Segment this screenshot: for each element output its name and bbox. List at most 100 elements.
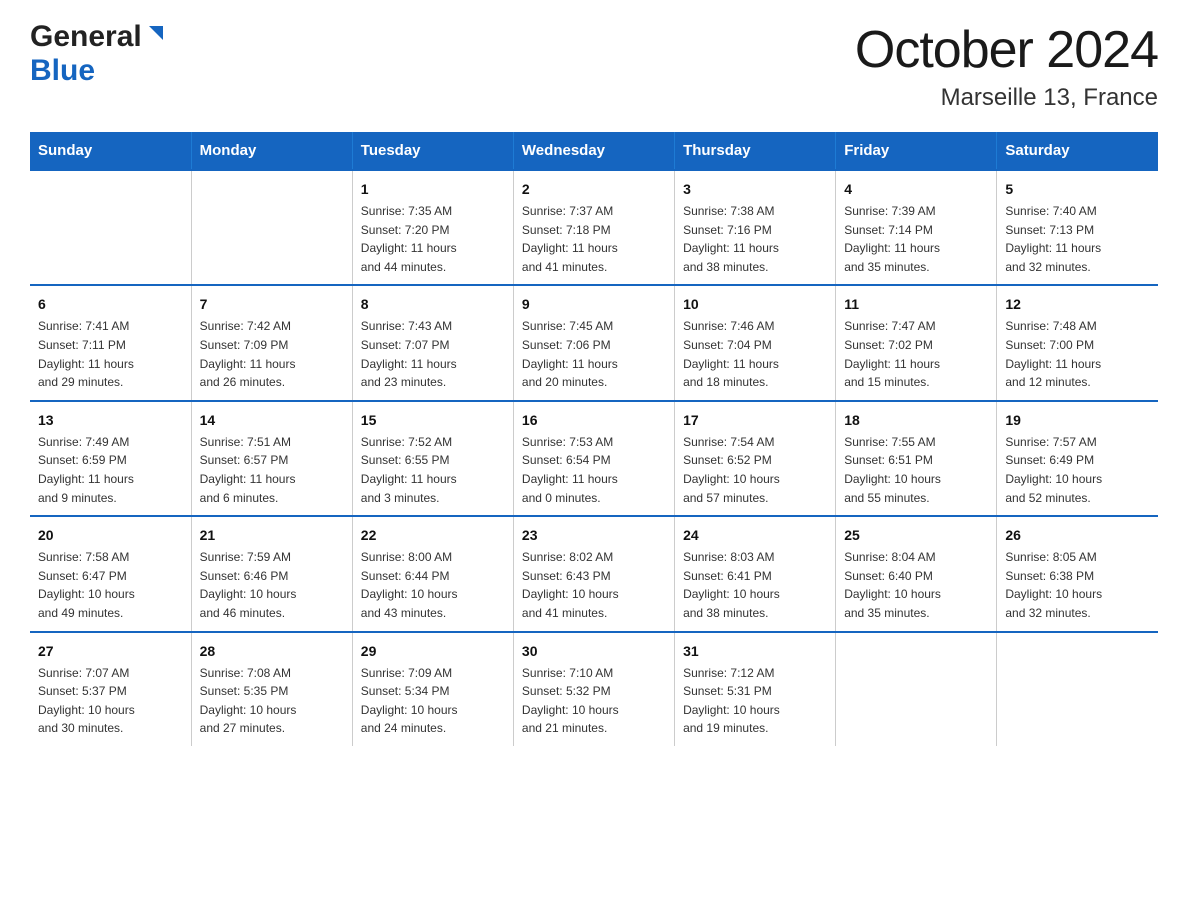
day-number: 24: [683, 525, 827, 546]
day-number: 25: [844, 525, 988, 546]
day-number: 4: [844, 179, 988, 200]
calendar-cell: 31Sunrise: 7:12 AMSunset: 5:31 PMDayligh…: [675, 632, 836, 746]
logo-blue-text: Blue: [30, 54, 95, 87]
calendar-cell: 28Sunrise: 7:08 AMSunset: 5:35 PMDayligh…: [191, 632, 352, 746]
calendar-cell: 4Sunrise: 7:39 AMSunset: 7:14 PMDaylight…: [836, 170, 997, 285]
day-info: Sunrise: 8:02 AMSunset: 6:43 PMDaylight:…: [522, 548, 666, 622]
page-header: General Blue October 2024 Marseille 13, …: [30, 20, 1158, 112]
day-number: 30: [522, 641, 666, 662]
day-info: Sunrise: 7:35 AMSunset: 7:20 PMDaylight:…: [361, 202, 505, 276]
day-number: 21: [200, 525, 344, 546]
day-info: Sunrise: 8:04 AMSunset: 6:40 PMDaylight:…: [844, 548, 988, 622]
day-info: Sunrise: 7:45 AMSunset: 7:06 PMDaylight:…: [522, 317, 666, 391]
day-info: Sunrise: 7:58 AMSunset: 6:47 PMDaylight:…: [38, 548, 183, 622]
day-number: 22: [361, 525, 505, 546]
day-number: 17: [683, 410, 827, 431]
day-number: 3: [683, 179, 827, 200]
day-number: 8: [361, 294, 505, 315]
calendar-cell: 25Sunrise: 8:04 AMSunset: 6:40 PMDayligh…: [836, 516, 997, 631]
day-number: 18: [844, 410, 988, 431]
day-header-thursday: Thursday: [675, 132, 836, 170]
day-info: Sunrise: 7:46 AMSunset: 7:04 PMDaylight:…: [683, 317, 827, 391]
day-header-friday: Friday: [836, 132, 997, 170]
calendar-cell: 19Sunrise: 7:57 AMSunset: 6:49 PMDayligh…: [997, 401, 1158, 516]
day-info: Sunrise: 7:09 AMSunset: 5:34 PMDaylight:…: [361, 664, 505, 738]
day-info: Sunrise: 7:52 AMSunset: 6:55 PMDaylight:…: [361, 433, 505, 507]
day-header-sunday: Sunday: [30, 132, 191, 170]
day-info: Sunrise: 7:55 AMSunset: 6:51 PMDaylight:…: [844, 433, 988, 507]
day-info: Sunrise: 7:42 AMSunset: 7:09 PMDaylight:…: [200, 317, 344, 391]
calendar-week-row: 1Sunrise: 7:35 AMSunset: 7:20 PMDaylight…: [30, 170, 1158, 285]
day-number: 2: [522, 179, 666, 200]
day-info: Sunrise: 7:53 AMSunset: 6:54 PMDaylight:…: [522, 433, 666, 507]
location-subtitle: Marseille 13, France: [855, 84, 1158, 112]
day-header-wednesday: Wednesday: [513, 132, 674, 170]
calendar-cell: 9Sunrise: 7:45 AMSunset: 7:06 PMDaylight…: [513, 285, 674, 400]
day-number: 27: [38, 641, 183, 662]
day-info: Sunrise: 7:40 AMSunset: 7:13 PMDaylight:…: [1005, 202, 1150, 276]
calendar-cell: 23Sunrise: 8:02 AMSunset: 6:43 PMDayligh…: [513, 516, 674, 631]
calendar-cell: 12Sunrise: 7:48 AMSunset: 7:00 PMDayligh…: [997, 285, 1158, 400]
calendar-cell: 5Sunrise: 7:40 AMSunset: 7:13 PMDaylight…: [997, 170, 1158, 285]
day-number: 15: [361, 410, 505, 431]
day-number: 7: [200, 294, 344, 315]
calendar-cell: 10Sunrise: 7:46 AMSunset: 7:04 PMDayligh…: [675, 285, 836, 400]
title-block: October 2024 Marseille 13, France: [855, 20, 1158, 112]
calendar-cell: 6Sunrise: 7:41 AMSunset: 7:11 PMDaylight…: [30, 285, 191, 400]
calendar-cell: 14Sunrise: 7:51 AMSunset: 6:57 PMDayligh…: [191, 401, 352, 516]
day-number: 26: [1005, 525, 1150, 546]
day-info: Sunrise: 7:12 AMSunset: 5:31 PMDaylight:…: [683, 664, 827, 738]
calendar-table: SundayMondayTuesdayWednesdayThursdayFrid…: [30, 132, 1158, 746]
day-info: Sunrise: 7:57 AMSunset: 6:49 PMDaylight:…: [1005, 433, 1150, 507]
calendar-cell: 11Sunrise: 7:47 AMSunset: 7:02 PMDayligh…: [836, 285, 997, 400]
calendar-week-row: 27Sunrise: 7:07 AMSunset: 5:37 PMDayligh…: [30, 632, 1158, 746]
calendar-header-row: SundayMondayTuesdayWednesdayThursdayFrid…: [30, 132, 1158, 170]
day-number: 23: [522, 525, 666, 546]
day-number: 20: [38, 525, 183, 546]
calendar-cell: [30, 170, 191, 285]
calendar-cell: 22Sunrise: 8:00 AMSunset: 6:44 PMDayligh…: [352, 516, 513, 631]
day-number: 5: [1005, 179, 1150, 200]
calendar-cell: 27Sunrise: 7:07 AMSunset: 5:37 PMDayligh…: [30, 632, 191, 746]
calendar-cell: [836, 632, 997, 746]
day-info: Sunrise: 7:37 AMSunset: 7:18 PMDaylight:…: [522, 202, 666, 276]
day-number: 6: [38, 294, 183, 315]
day-header-tuesday: Tuesday: [352, 132, 513, 170]
month-year-title: October 2024: [855, 20, 1158, 80]
calendar-cell: 1Sunrise: 7:35 AMSunset: 7:20 PMDaylight…: [352, 170, 513, 285]
calendar-week-row: 13Sunrise: 7:49 AMSunset: 6:59 PMDayligh…: [30, 401, 1158, 516]
day-info: Sunrise: 7:39 AMSunset: 7:14 PMDaylight:…: [844, 202, 988, 276]
calendar-cell: 7Sunrise: 7:42 AMSunset: 7:09 PMDaylight…: [191, 285, 352, 400]
day-info: Sunrise: 7:49 AMSunset: 6:59 PMDaylight:…: [38, 433, 183, 507]
day-info: Sunrise: 7:08 AMSunset: 5:35 PMDaylight:…: [200, 664, 344, 738]
calendar-cell: 26Sunrise: 8:05 AMSunset: 6:38 PMDayligh…: [997, 516, 1158, 631]
day-info: Sunrise: 7:59 AMSunset: 6:46 PMDaylight:…: [200, 548, 344, 622]
calendar-cell: 18Sunrise: 7:55 AMSunset: 6:51 PMDayligh…: [836, 401, 997, 516]
day-number: 29: [361, 641, 505, 662]
calendar-cell: 30Sunrise: 7:10 AMSunset: 5:32 PMDayligh…: [513, 632, 674, 746]
day-number: 12: [1005, 294, 1150, 315]
day-header-monday: Monday: [191, 132, 352, 170]
day-info: Sunrise: 7:54 AMSunset: 6:52 PMDaylight:…: [683, 433, 827, 507]
calendar-cell: 21Sunrise: 7:59 AMSunset: 6:46 PMDayligh…: [191, 516, 352, 631]
day-number: 19: [1005, 410, 1150, 431]
day-info: Sunrise: 7:51 AMSunset: 6:57 PMDaylight:…: [200, 433, 344, 507]
calendar-cell: 15Sunrise: 7:52 AMSunset: 6:55 PMDayligh…: [352, 401, 513, 516]
day-info: Sunrise: 7:41 AMSunset: 7:11 PMDaylight:…: [38, 317, 183, 391]
day-info: Sunrise: 7:48 AMSunset: 7:00 PMDaylight:…: [1005, 317, 1150, 391]
calendar-cell: 3Sunrise: 7:38 AMSunset: 7:16 PMDaylight…: [675, 170, 836, 285]
day-header-saturday: Saturday: [997, 132, 1158, 170]
calendar-cell: 8Sunrise: 7:43 AMSunset: 7:07 PMDaylight…: [352, 285, 513, 400]
day-number: 1: [361, 179, 505, 200]
calendar-cell: 16Sunrise: 7:53 AMSunset: 6:54 PMDayligh…: [513, 401, 674, 516]
calendar-cell: 13Sunrise: 7:49 AMSunset: 6:59 PMDayligh…: [30, 401, 191, 516]
day-number: 14: [200, 410, 344, 431]
day-info: Sunrise: 7:10 AMSunset: 5:32 PMDaylight:…: [522, 664, 666, 738]
logo-general-text: General: [30, 20, 142, 54]
day-number: 16: [522, 410, 666, 431]
calendar-cell: 2Sunrise: 7:37 AMSunset: 7:18 PMDaylight…: [513, 170, 674, 285]
day-info: Sunrise: 7:47 AMSunset: 7:02 PMDaylight:…: [844, 317, 988, 391]
day-number: 11: [844, 294, 988, 315]
calendar-cell: 17Sunrise: 7:54 AMSunset: 6:52 PMDayligh…: [675, 401, 836, 516]
calendar-cell: 29Sunrise: 7:09 AMSunset: 5:34 PMDayligh…: [352, 632, 513, 746]
